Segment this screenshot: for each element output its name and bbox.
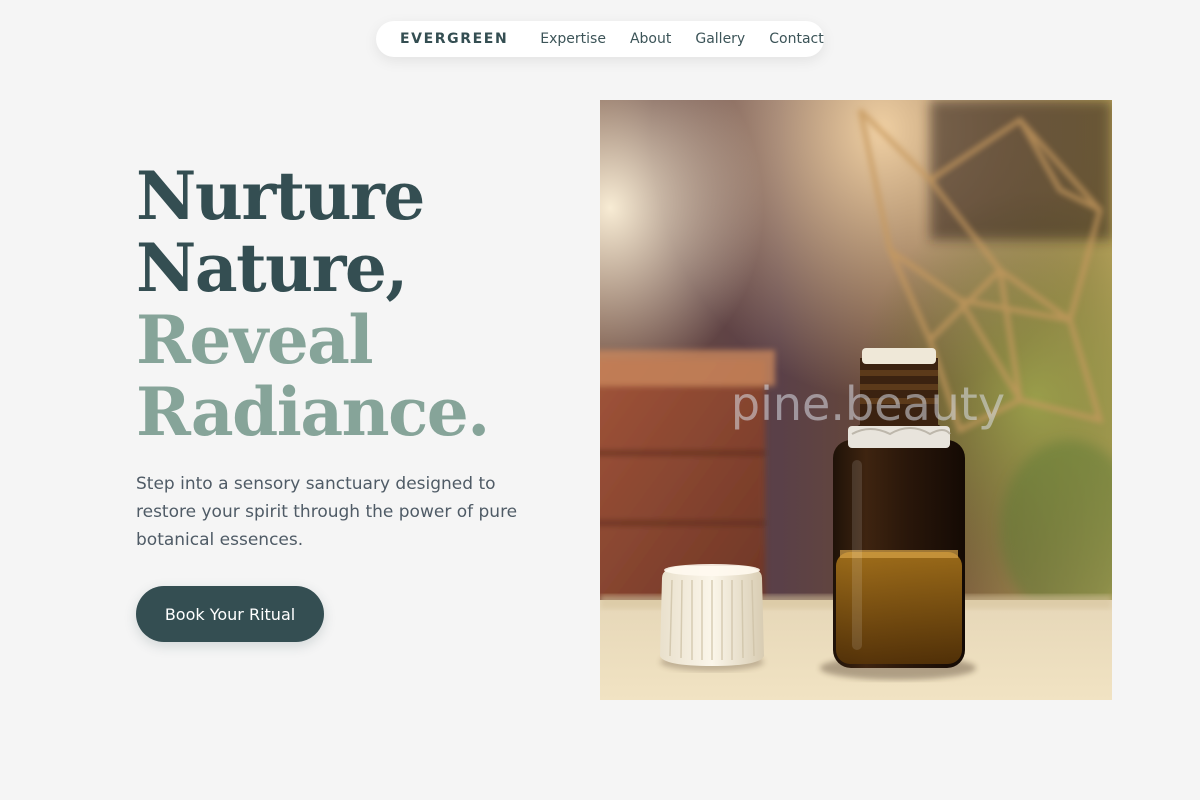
nav-link-gallery[interactable]: Gallery — [695, 31, 745, 47]
hero-headline: Nurture Nature, Reveal Radiance. — [136, 157, 490, 451]
headline-line-1: Nurture — [136, 157, 425, 235]
hero-image: pine.beauty — [600, 100, 1112, 700]
top-nav: EVERGREEN Expertise About Gallery Contac… — [376, 21, 824, 57]
headline-line-4: Radiance. — [136, 373, 490, 451]
essential-oil-bottle-photo: pine.beauty — [600, 100, 1112, 700]
image-watermark: pine.beauty — [731, 377, 1005, 431]
book-ritual-button[interactable]: Book Your Ritual — [136, 586, 324, 642]
nav-link-contact[interactable]: Contact — [769, 31, 823, 47]
landing-page: EVERGREEN Expertise About Gallery Contac… — [0, 0, 1200, 800]
nav-link-expertise[interactable]: Expertise — [540, 31, 606, 47]
nav-link-about[interactable]: About — [630, 31, 671, 47]
headline-line-2: Nature, — [136, 229, 408, 307]
headline-line-3: Reveal — [136, 301, 374, 379]
hero-description: Step into a sensory sanctuary designed t… — [136, 474, 518, 550]
brand-logo[interactable]: EVERGREEN — [400, 31, 508, 47]
